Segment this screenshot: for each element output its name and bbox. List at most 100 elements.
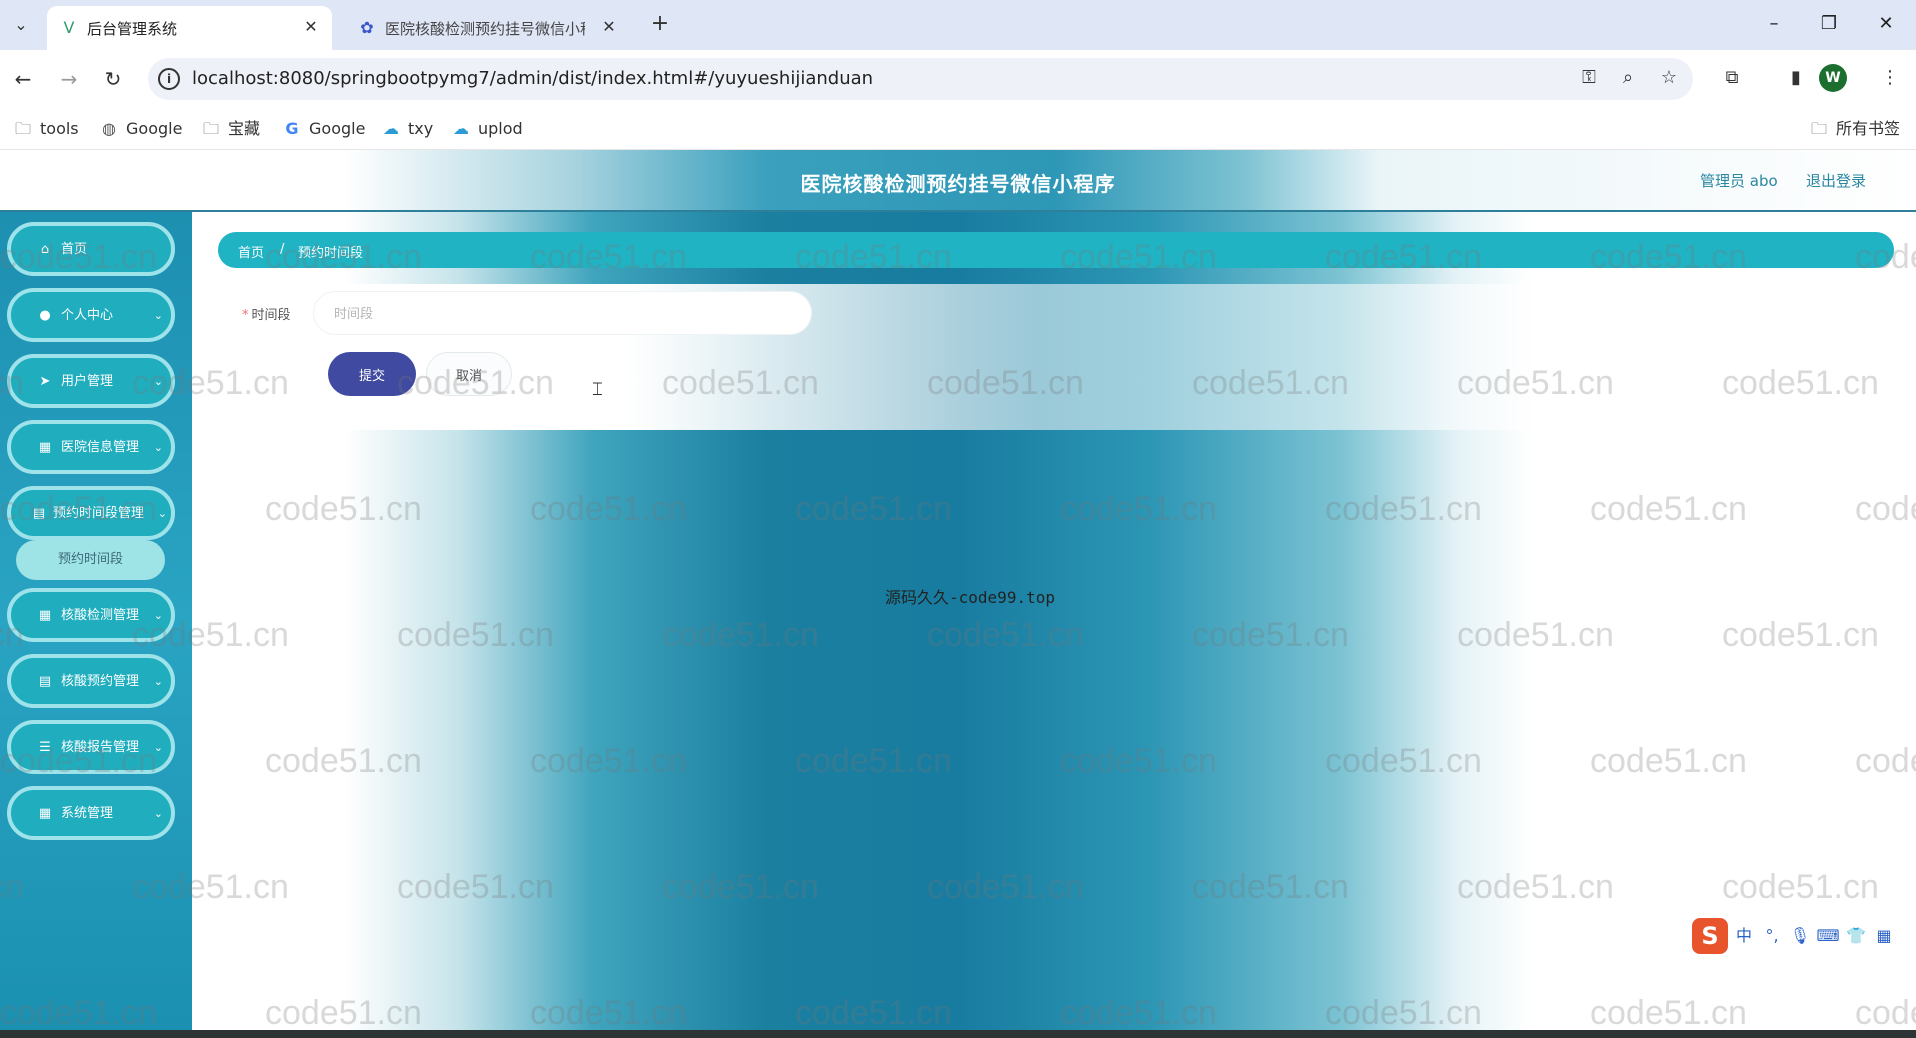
grid-icon: ▦ [38, 440, 52, 455]
window-close-icon[interactable]: ✕ [1866, 10, 1906, 38]
bookmark-tools[interactable]: 🗀 tools [12, 116, 79, 142]
zoom-icon[interactable]: ⌕ [1614, 64, 1642, 92]
sidebar-item-reports[interactable]: ☰ 核酸报告管理 ⌄ [7, 720, 175, 774]
text-cursor-icon: ⌶ [592, 379, 603, 400]
extensions-icon[interactable]: ⧉ [1718, 64, 1746, 92]
sidebar-item-testing[interactable]: ▦ 核酸检测管理 ⌄ [7, 588, 175, 642]
folder-icon: 🗀 [1810, 119, 1827, 138]
bookmark-uplod[interactable]: ☁ uplod [450, 116, 523, 142]
sidebar-item-label: 个人中心 [61, 308, 114, 323]
submit-button[interactable]: 提交 [328, 352, 416, 396]
folder-icon: 🗀 [202, 119, 219, 138]
chevron-down-icon: ⌄ [153, 609, 163, 622]
reload-icon[interactable]: ↻ [98, 64, 128, 94]
all-bookmarks[interactable]: 🗀 所有书签 [1808, 116, 1900, 142]
ime-chinese-mode-icon[interactable]: 中 [1732, 924, 1756, 948]
breadcrumb-current: 预约时间段 [298, 246, 364, 261]
paw-icon: ✿ [360, 18, 374, 37]
keyboard-icon[interactable]: ⌨ [1816, 924, 1840, 948]
admin-name: 管理员 abo [1700, 172, 1778, 190]
app-title: 医院核酸检测预约挂号微信小程序 [800, 172, 1116, 196]
menu-dots-icon[interactable]: ⋮ [1876, 64, 1904, 92]
google-icon: G [285, 119, 299, 138]
url-text[interactable]: localhost:8080/springbootpymg7/admin/dis… [192, 68, 873, 89]
sliders-icon: ☰ [39, 740, 51, 755]
sidebar-item-profile[interactable]: ● 个人中心 ⌄ [7, 288, 175, 342]
clipboard-icon: ▤ [38, 674, 52, 689]
sidebar-item-label: 核酸报告管理 [61, 740, 140, 755]
toolbox-icon[interactable]: ▦ [1872, 924, 1896, 948]
cloud-icon: ☁ [453, 119, 469, 138]
sidebar-item-timeslots[interactable]: ▤ 预约时间段管理 ⌄ [7, 486, 175, 540]
main-content: 首页 / 预约时间段 *时间段 ⌶ 提交 取消 源码久久-code99.top [192, 212, 1916, 1030]
bookmark-label: tools [40, 119, 79, 138]
breadcrumb: 首页 / 预约时间段 [218, 232, 1894, 268]
breadcrumb-separator: / [280, 242, 285, 257]
chevron-down-icon: ⌄ [157, 507, 167, 520]
skin-icon[interactable]: 👕 [1844, 924, 1868, 948]
sogou-ime-icon[interactable]: S [1692, 918, 1728, 954]
sidebar-item-label: 医院信息管理 [61, 440, 140, 455]
chevron-down-icon: ⌄ [153, 741, 163, 754]
sidebar-item-label: 首页 [61, 242, 88, 257]
breadcrumb-home[interactable]: 首页 [238, 242, 264, 261]
sidebar-item-users[interactable]: ➤ 用户管理 ⌄ [7, 354, 175, 408]
bookmark-google-2[interactable]: G Google [281, 116, 365, 142]
timeslot-form: *时间段 ⌶ 提交 取消 [212, 284, 1592, 430]
microphone-icon[interactable]: 🎙 [1788, 924, 1812, 948]
close-icon[interactable]: ✕ [598, 16, 620, 38]
app-header: 医院核酸检测预约挂号微信小程序 管理员 abo 退出登录 [0, 150, 1916, 212]
bookmark-treasure[interactable]: 🗀 宝藏 [200, 116, 260, 142]
bookmark-label: txy [408, 119, 434, 138]
forward-icon[interactable]: → [54, 64, 84, 94]
ime-punctuation-icon[interactable]: °, [1760, 924, 1784, 948]
required-mark: * [242, 308, 249, 323]
new-tab-button[interactable]: + [648, 12, 672, 36]
sidebar-item-hospital[interactable]: ▦ 医院信息管理 ⌄ [7, 420, 175, 474]
profile-avatar[interactable]: W [1819, 64, 1847, 92]
clipboard-icon: ▤ [32, 506, 46, 521]
bookmark-label: Google [309, 119, 366, 138]
browser-tab[interactable]: ✿ 医院核酸检测预约挂号微信小程 ✕ [345, 6, 630, 50]
logout-link[interactable]: 退出登录 [1806, 170, 1866, 191]
chevron-down-icon: ⌄ [153, 309, 163, 322]
close-icon[interactable]: ✕ [300, 16, 322, 38]
sidebar-item-system[interactable]: ▦ 系统管理 ⌄ [7, 786, 175, 840]
sidebar-item-appointments[interactable]: ▤ 核酸预约管理 ⌄ [7, 654, 175, 708]
chevron-down-icon: ⌄ [153, 375, 163, 388]
browser-tab-bar: ⌄ V 后台管理系统 ✕ ✿ 医院核酸检测预约挂号微信小程 ✕ + – ❐ ✕ [0, 0, 1916, 50]
minimize-icon[interactable]: – [1754, 10, 1794, 38]
info-icon[interactable]: i [158, 68, 180, 90]
cancel-button[interactable]: 取消 [426, 352, 512, 396]
timeslot-label-text: 时间段 [251, 308, 291, 323]
key-icon[interactable]: ⚿ [1575, 64, 1603, 92]
submenu-item-timeslot[interactable]: 预约时间段 [16, 540, 165, 580]
star-icon[interactable]: ☆ [1655, 64, 1683, 92]
globe-icon: ◍ [102, 119, 116, 138]
timeslot-field-label: * 时间段 [242, 304, 291, 323]
tab-search-icon[interactable]: ⌄ [8, 12, 34, 38]
back-icon[interactable]: ← [8, 64, 38, 94]
sidebar-item-home[interactable]: ⌂ 首页 [7, 222, 175, 276]
cloud-icon: ☁ [383, 119, 399, 138]
bookmark-label: Google [126, 119, 183, 138]
bookmark-label: uplod [478, 119, 523, 138]
bookmark-google[interactable]: ◍ Google [98, 116, 182, 142]
all-bookmarks-label: 所有书签 [1836, 119, 1901, 138]
browser-tab-active[interactable]: V 后台管理系统 ✕ [47, 6, 332, 50]
taskbar-strip [0, 1030, 1916, 1038]
sidepanel-icon[interactable]: ▮ [1782, 64, 1810, 92]
bookmark-txy[interactable]: ☁ txy [380, 116, 433, 142]
footer-text: 源码久久-code99.top [885, 588, 1055, 607]
tab-title: 后台管理系统 [87, 20, 178, 38]
folder-icon: 🗀 [14, 119, 31, 138]
timeslot-input[interactable] [314, 292, 811, 334]
sidebar: ⌂ 首页 ● 个人中心 ⌄ ➤ 用户管理 ⌄ ▦ 医院信息管理 ⌄ ▤ 预约时间… [0, 212, 192, 1030]
grid-icon: ▦ [38, 608, 52, 623]
tab-title: 医院核酸检测预约挂号微信小程 [385, 20, 585, 38]
address-bar[interactable]: i localhost:8080/springbootpymg7/admin/d… [148, 58, 1693, 100]
restore-icon[interactable]: ❐ [1809, 10, 1849, 38]
sidebar-item-label: 核酸检测管理 [61, 608, 140, 623]
user-icon: ● [39, 308, 51, 323]
chevron-down-icon: ⌄ [153, 675, 163, 688]
